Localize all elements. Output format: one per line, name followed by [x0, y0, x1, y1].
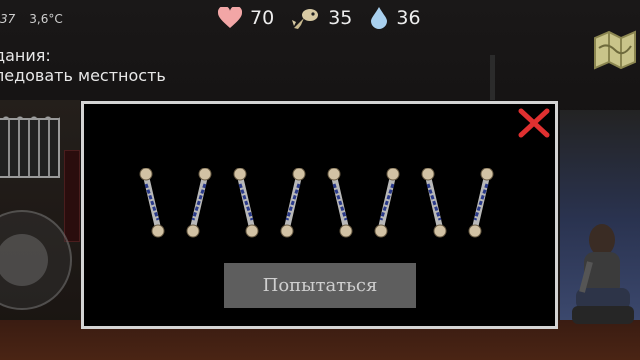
- lockpick-pin-1[interactable]: [139, 168, 165, 238]
- lockpick-pin-6[interactable]: [374, 168, 400, 238]
- barred-window: [0, 118, 60, 178]
- survival-stats: 70 35 36: [218, 4, 439, 32]
- lockpick-pin-8[interactable]: [468, 168, 494, 238]
- lockpick-pin-5[interactable]: [327, 168, 353, 238]
- lockpick-pin-3[interactable]: [233, 168, 259, 238]
- heart-icon: [218, 7, 242, 28]
- water-value: 36: [396, 7, 421, 29]
- red-door: [64, 150, 80, 242]
- close-icon[interactable]: [517, 108, 551, 138]
- quest-title: дания:: [0, 46, 51, 65]
- lockpick-pin-2[interactable]: [186, 168, 212, 238]
- temperature: 3,6°C: [29, 12, 63, 26]
- health-stat: 70: [218, 7, 274, 29]
- game-scene: 37 3,6°C 70 35 36 дания: ледов: [0, 0, 640, 360]
- water-stat: 36: [370, 7, 421, 29]
- lockpick-pin-7[interactable]: [421, 168, 447, 238]
- fish-icon: [292, 9, 319, 29]
- health-value: 70: [250, 7, 275, 29]
- try-button[interactable]: Попытаться: [224, 263, 416, 308]
- hud-status: 37 3,6°C: [0, 12, 63, 26]
- water-drop-icon: [371, 7, 388, 29]
- map-icon[interactable]: [591, 24, 639, 72]
- game-time: 37: [0, 12, 16, 26]
- food-stat: 35: [292, 6, 352, 30]
- quest-panel: дания: ледовать местность: [0, 46, 166, 86]
- joystick-knob[interactable]: [0, 234, 48, 286]
- sitting-survivor: [572, 224, 634, 324]
- lockpick-row: [139, 168, 494, 238]
- quest-task[interactable]: ледовать местность: [0, 66, 166, 86]
- lockpick-pin-4[interactable]: [280, 168, 306, 238]
- food-value: 35: [328, 7, 353, 29]
- background-pole: [490, 55, 495, 100]
